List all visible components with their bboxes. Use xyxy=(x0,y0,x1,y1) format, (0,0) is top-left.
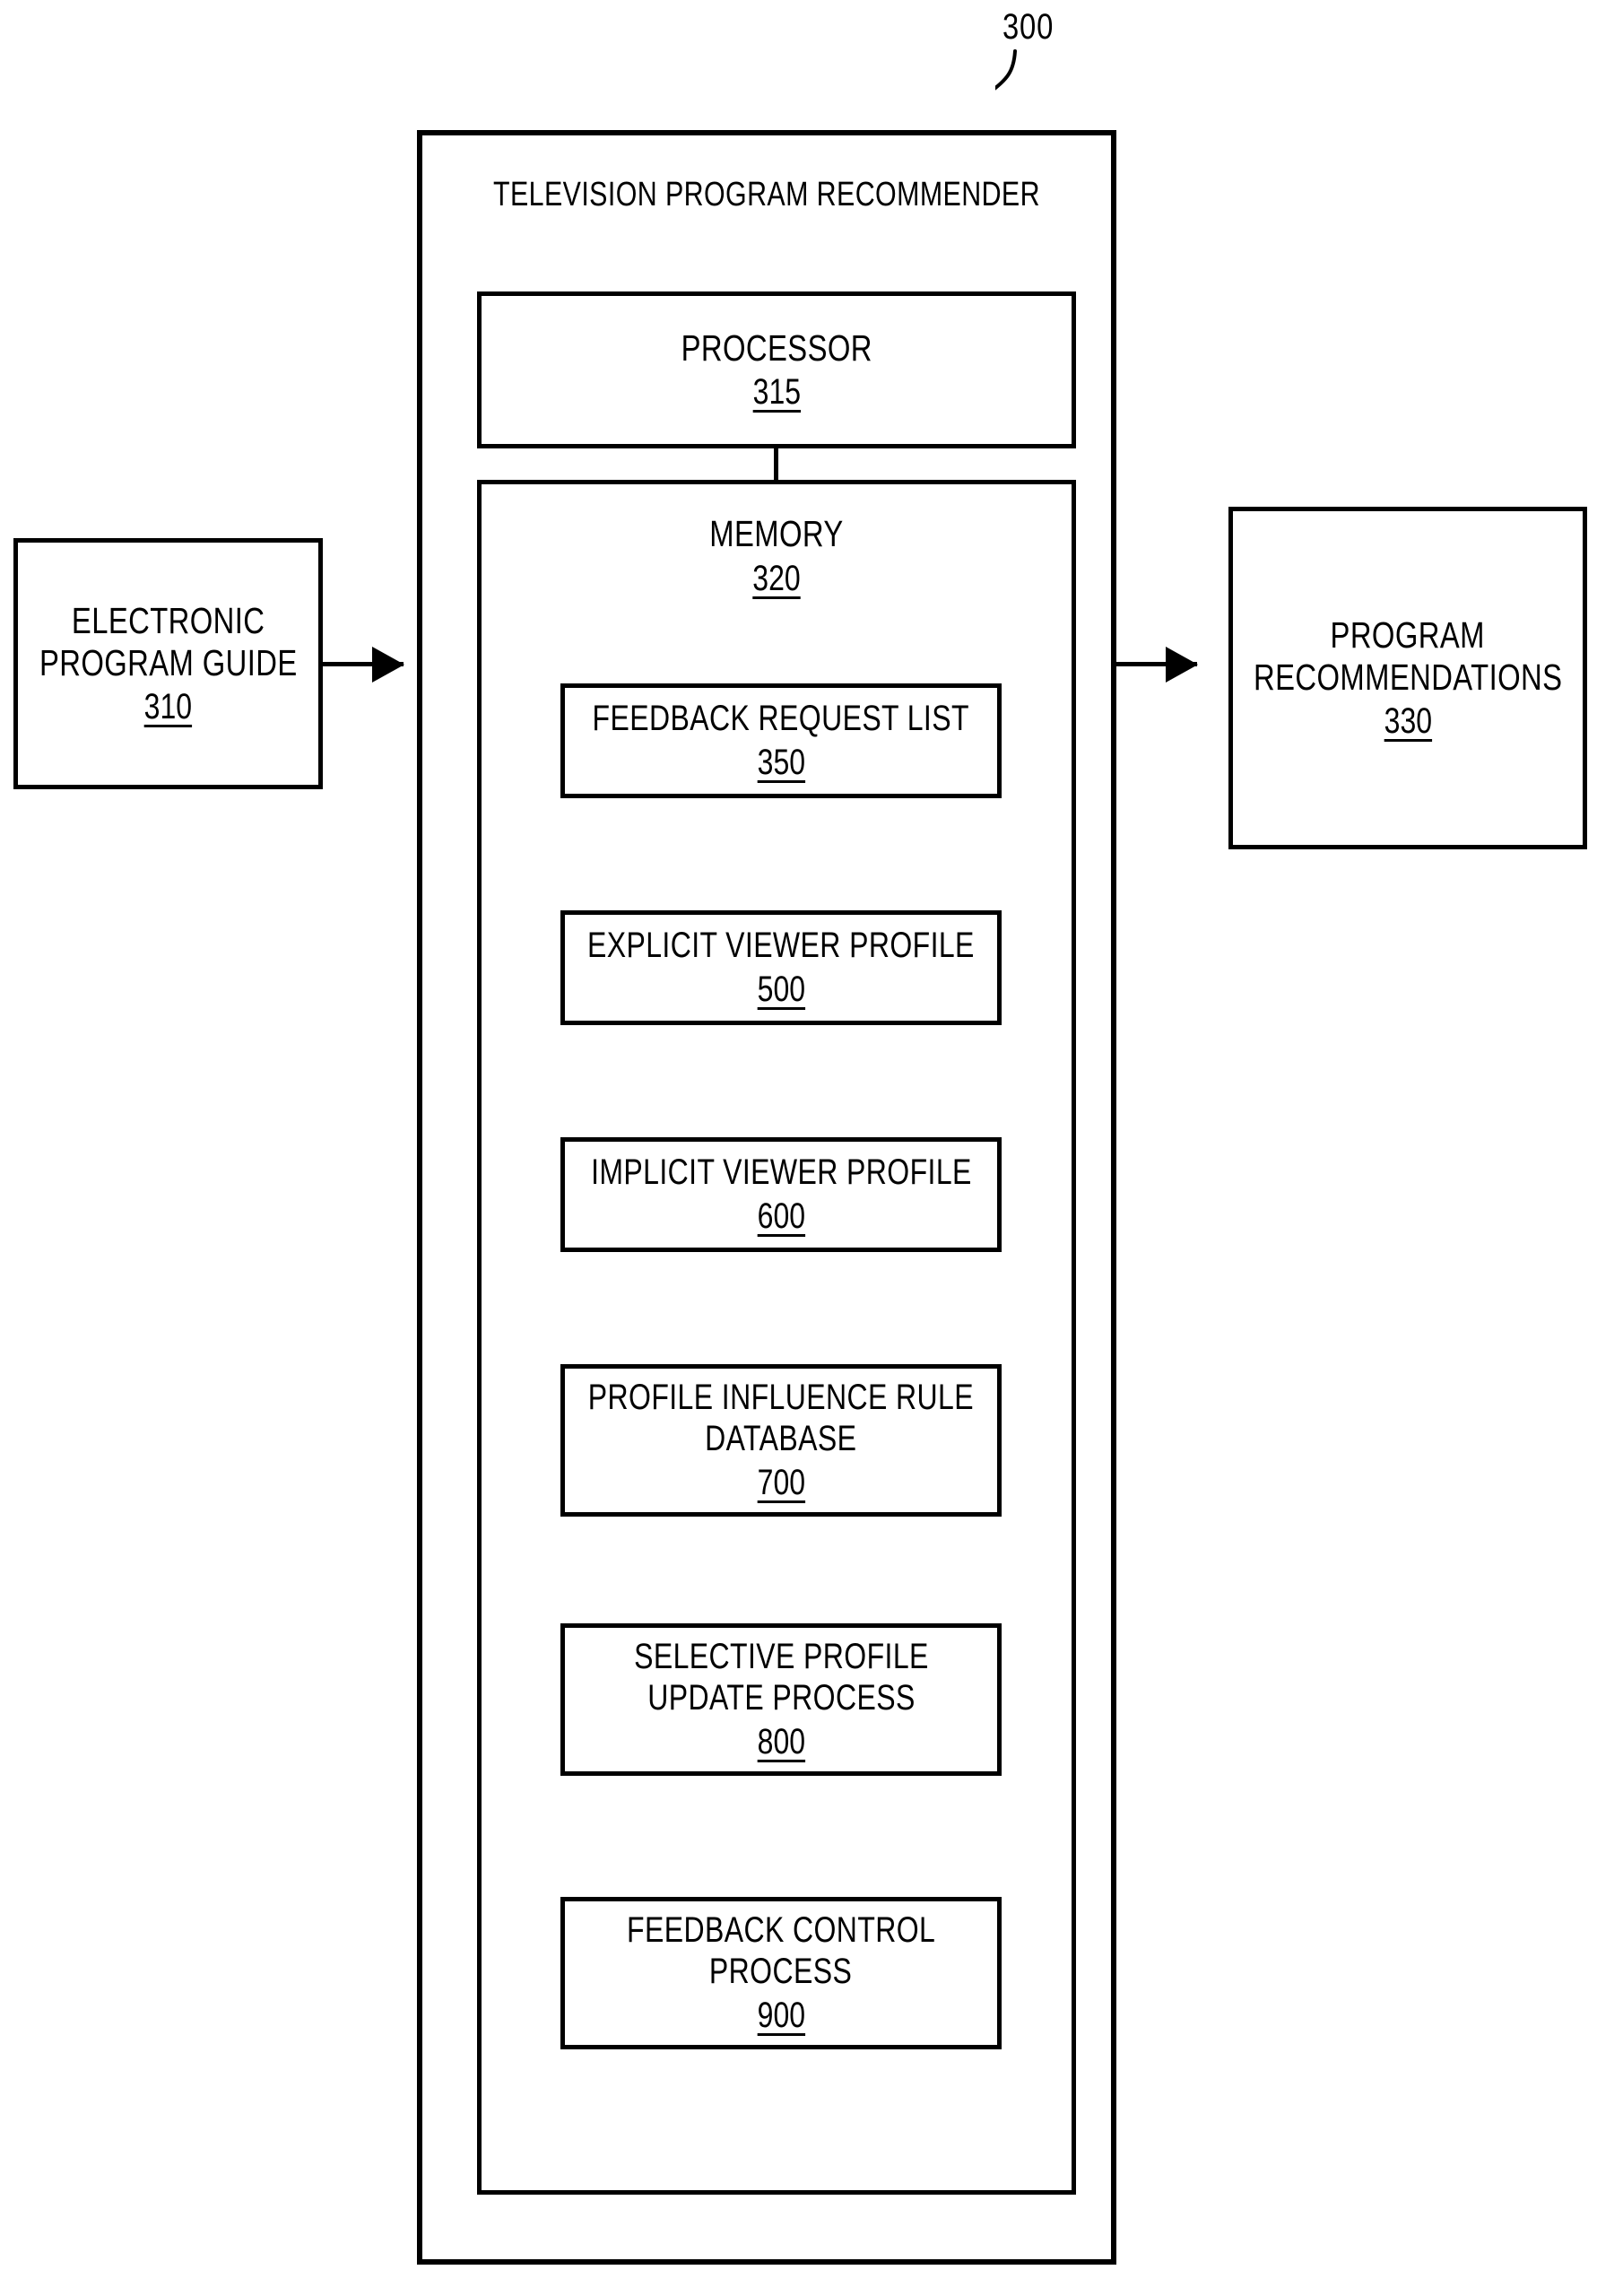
figure-canvas: 300 ELECTRONIC PROGRAM GUIDE 310 TELEVIS… xyxy=(0,0,1597,2296)
memory-item-label-line1: IMPLICIT VIEWER PROFILE xyxy=(590,1152,972,1192)
leader-line-300 xyxy=(995,49,1017,91)
electronic-program-guide-box: ELECTRONIC PROGRAM GUIDE 310 xyxy=(13,538,323,789)
system-title: TELEVISION PROGRAM RECOMMENDER xyxy=(422,176,1111,214)
memory-header: MEMORY 320 xyxy=(482,513,1072,599)
processor-label: PROCESSOR xyxy=(681,326,872,369)
recommendations-ref-number: 330 xyxy=(1384,701,1432,742)
memory-box: MEMORY 320 FEEDBACK REQUEST LIST 350 EXP… xyxy=(477,480,1076,2195)
memory-item-profile-influence-rule-database: PROFILE INFLUENCE RULE DATABASE 700 xyxy=(560,1364,1002,1517)
processor-box: PROCESSOR 315 xyxy=(477,291,1076,448)
memory-item-label-line1: FEEDBACK REQUEST LIST xyxy=(592,698,970,738)
program-recommendations-box: PROGRAM RECOMMENDATIONS 330 xyxy=(1228,507,1587,849)
memory-item-selective-profile-update-process: SELECTIVE PROFILE UPDATE PROCESS 800 xyxy=(560,1623,1002,1776)
memory-ref-number: 320 xyxy=(752,558,801,598)
memory-item-label-line1: PROFILE INFLUENCE RULE xyxy=(587,1377,975,1417)
arrowhead-into-recommendations-icon xyxy=(1166,647,1198,683)
memory-item-label-line2: PROCESS xyxy=(709,1951,853,1991)
memory-item-label-line1: FEEDBACK CONTROL xyxy=(626,1909,936,1950)
reference-numeral-300: 300 xyxy=(1002,7,1055,47)
memory-item-ref-number: 700 xyxy=(757,1463,805,1503)
connector-processor-to-memory xyxy=(774,448,778,482)
recommendations-label-line1: PROGRAM xyxy=(1330,613,1486,656)
memory-item-label-line2: DATABASE xyxy=(705,1418,857,1458)
memory-item-ref-number: 500 xyxy=(757,970,805,1010)
epg-label-line1: ELECTRONIC xyxy=(71,599,265,641)
memory-item-implicit-viewer-profile: IMPLICIT VIEWER PROFILE 600 xyxy=(560,1137,1002,1252)
arrowhead-into-system-icon xyxy=(372,647,404,683)
memory-item-ref-number: 600 xyxy=(757,1196,805,1237)
memory-item-feedback-control-process: FEEDBACK CONTROL PROCESS 900 xyxy=(560,1897,1002,2049)
epg-label-line2: PROGRAM GUIDE xyxy=(39,641,298,683)
memory-item-label-line1: EXPLICIT VIEWER PROFILE xyxy=(587,925,975,965)
processor-ref-number: 315 xyxy=(752,372,801,413)
memory-item-ref-number: 350 xyxy=(757,743,805,783)
memory-item-ref-number: 900 xyxy=(757,1996,805,2036)
system-title-text: TELEVISION PROGRAM RECOMMENDER xyxy=(493,176,1040,213)
memory-item-explicit-viewer-profile: EXPLICIT VIEWER PROFILE 500 xyxy=(560,910,1002,1025)
memory-item-label-line1: SELECTIVE PROFILE xyxy=(633,1636,929,1676)
epg-ref-number: 310 xyxy=(143,687,193,727)
memory-item-ref-number: 800 xyxy=(757,1722,805,1762)
memory-label: MEMORY xyxy=(709,513,844,554)
memory-item-feedback-request-list: FEEDBACK REQUEST LIST 350 xyxy=(560,683,1002,798)
recommendations-label-line2: RECOMMENDATIONS xyxy=(1253,656,1563,698)
memory-item-label-line2: UPDATE PROCESS xyxy=(647,1677,916,1718)
